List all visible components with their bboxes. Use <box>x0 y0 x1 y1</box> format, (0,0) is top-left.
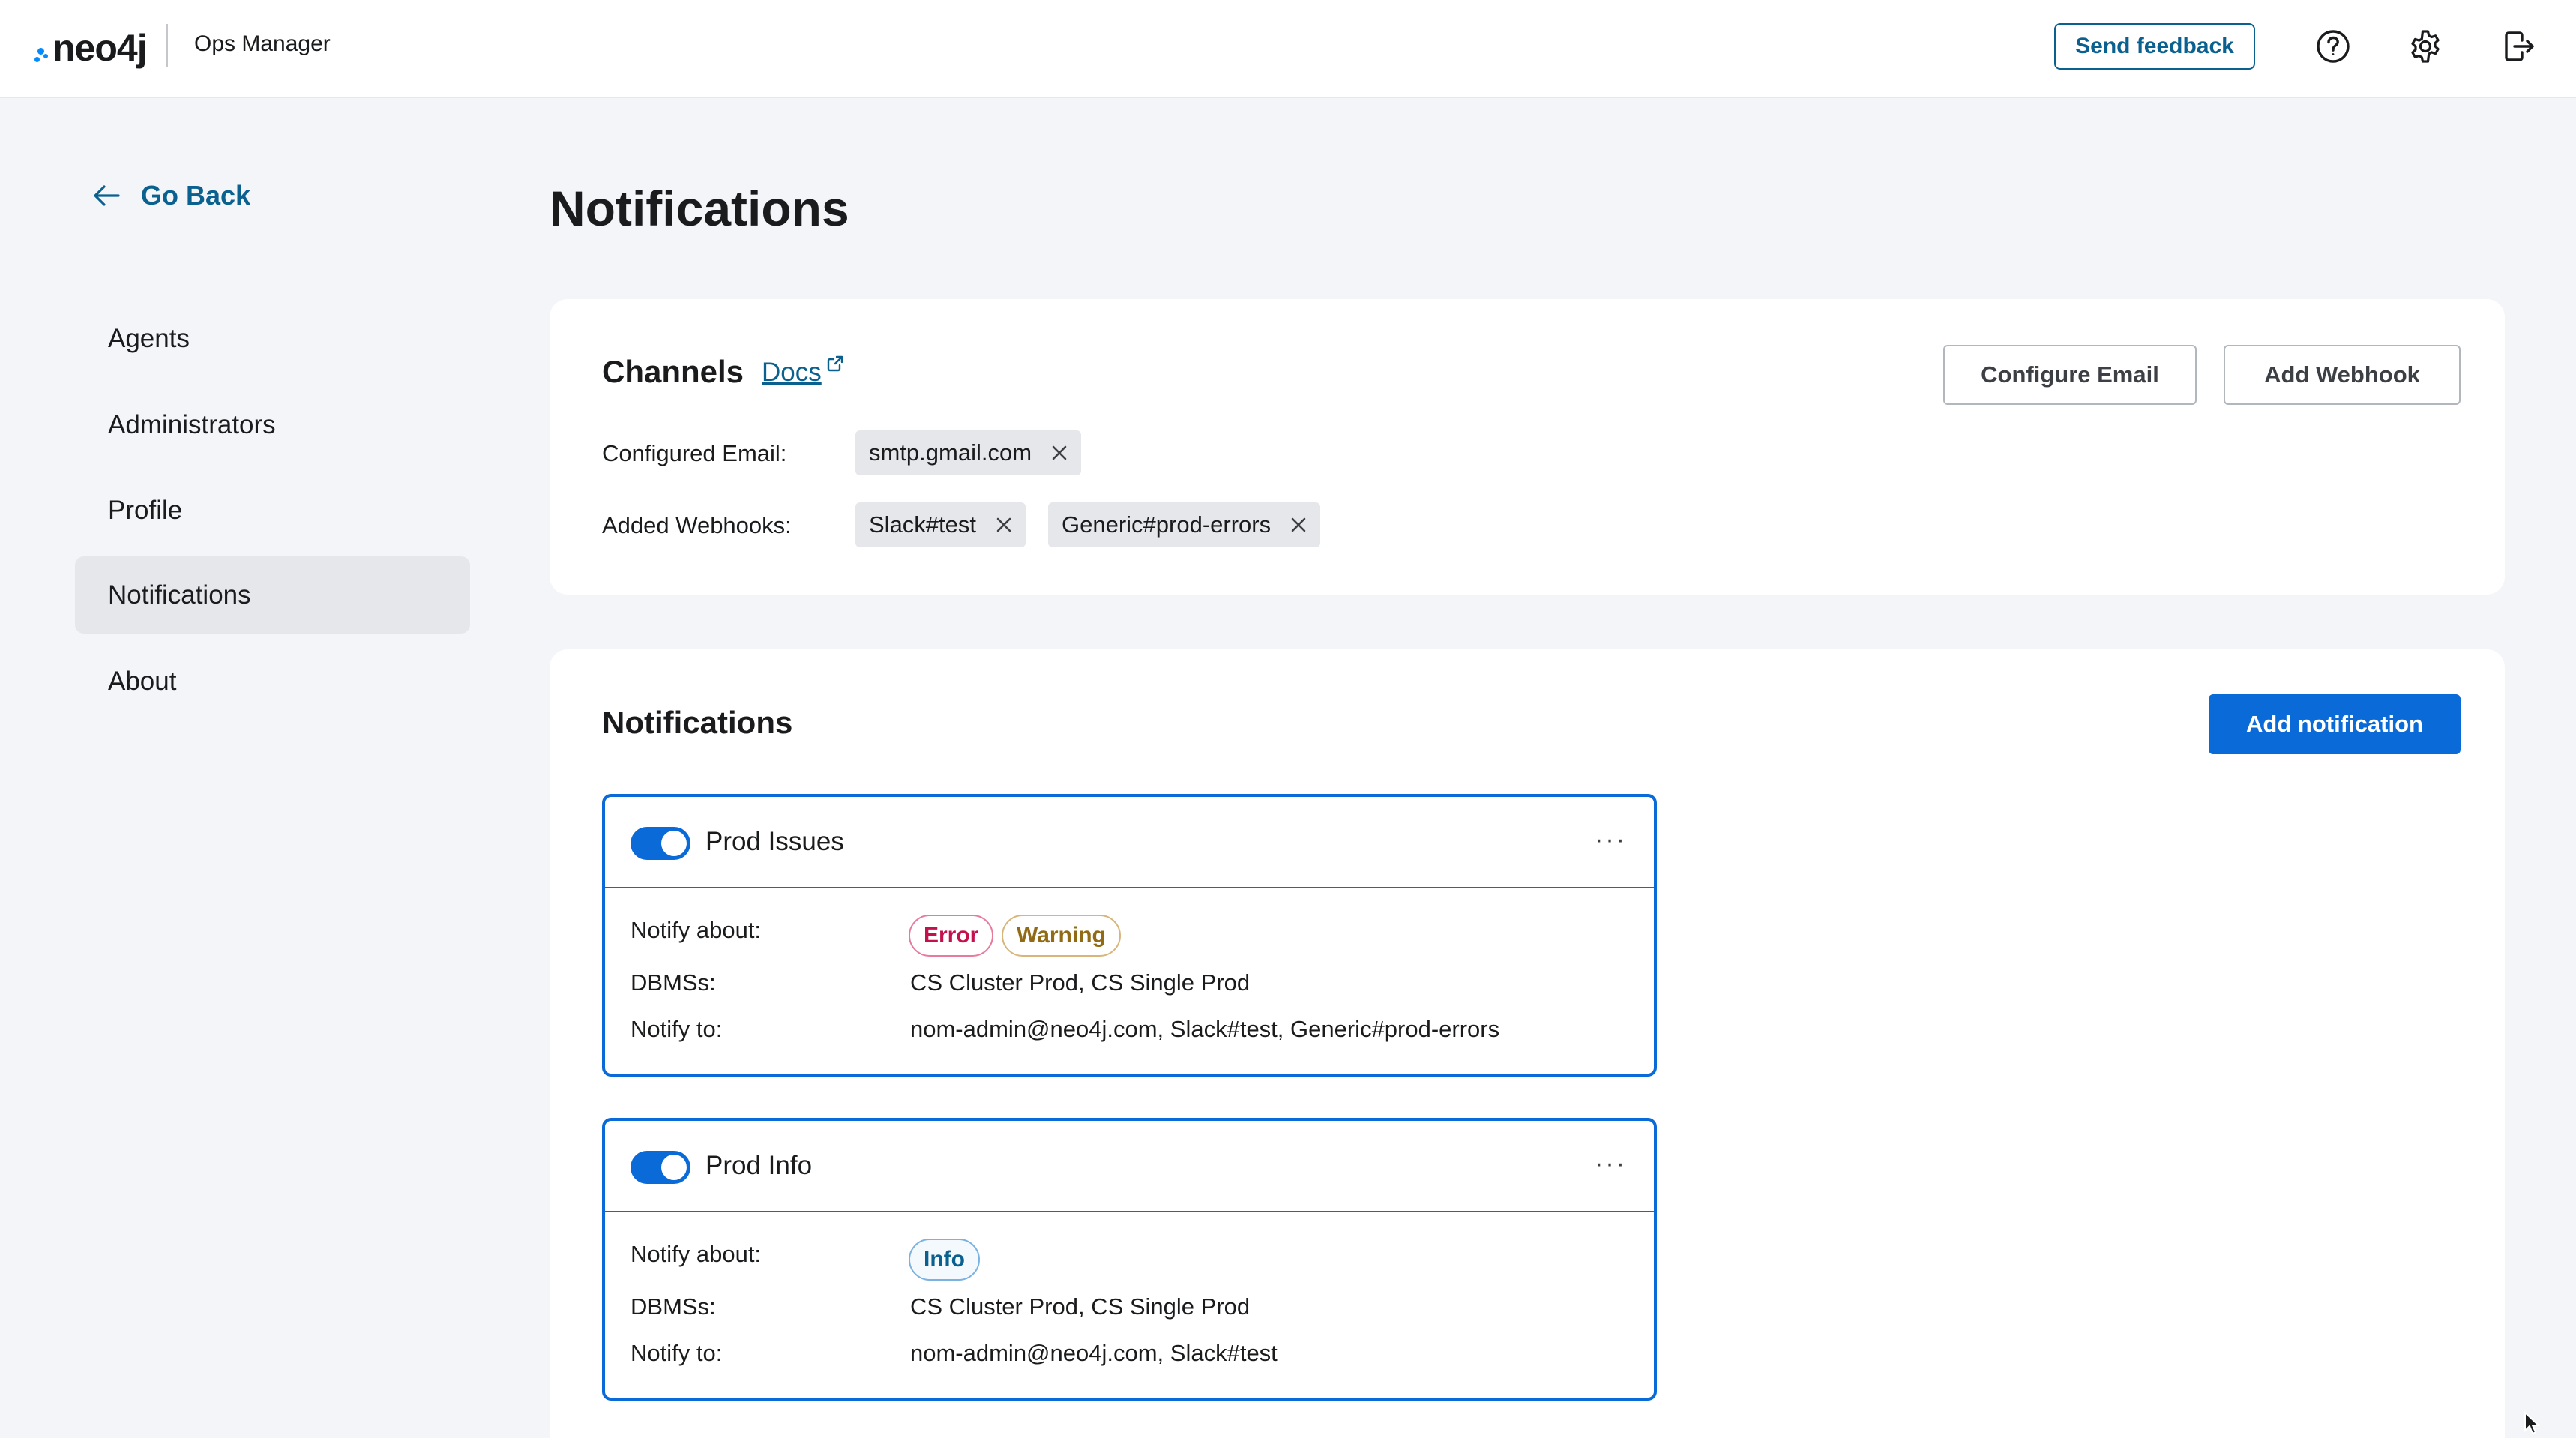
help-icon[interactable] <box>2312 25 2354 67</box>
sidebar-item-notifications[interactable]: Notifications <box>75 556 470 634</box>
docs-link[interactable]: Docs <box>762 355 844 388</box>
rule-name: Prod Issues <box>705 827 844 856</box>
dbmss-value: CS Cluster Prod, CS Single Prod <box>910 1293 1251 1320</box>
sidebar-item-agents[interactable]: Agents <box>75 300 470 377</box>
header-divider <box>166 24 168 67</box>
send-feedback-button[interactable]: Send feedback <box>2054 23 2255 70</box>
arrow-left-icon <box>94 185 120 206</box>
dbmss-value: CS Cluster Prod, CS Single Prod <box>910 969 1251 996</box>
sidebar-item-label: Administrators <box>108 409 276 439</box>
configured-email-label: Configured Email: <box>602 440 787 466</box>
added-webhooks-label: Added Webhooks: <box>602 512 792 538</box>
webhook-chip-generic: Generic#prod-errors <box>1048 502 1321 547</box>
notifications-card: Notifications Add notification Prod Issu… <box>550 649 2505 1438</box>
notify-about-label: Notify about: <box>631 917 762 943</box>
channels-title: Channels <box>602 354 744 389</box>
neo4j-logo[interactable]: neo4j <box>34 27 148 69</box>
notification-rule-prod-info: Prod Info ··· Notify about: Info DBMSs: … <box>602 1118 1657 1401</box>
settings-icon[interactable] <box>2404 25 2446 67</box>
remove-email-close-icon[interactable] <box>1051 445 1068 461</box>
level-badge-error: Error <box>909 915 994 957</box>
channels-card: Channels Docs Configure Email Add Webhoo… <box>550 299 2505 595</box>
docs-link-label: Docs <box>762 358 822 387</box>
logo-text: neo4j <box>52 27 148 69</box>
level-badge-info: Info <box>909 1239 980 1281</box>
level-badge-warning: Warning <box>1002 915 1121 957</box>
notify-about-label: Notify about: <box>631 1241 762 1267</box>
sidebar-item-label: Agents <box>108 323 190 353</box>
notify-to-label: Notify to: <box>631 1016 723 1042</box>
top-bar: neo4j Ops Manager Send feedback <box>0 0 2576 98</box>
notify-to-value: nom-admin@neo4j.com, Slack#test, Generic… <box>910 1016 1500 1042</box>
remove-webhook-close-icon[interactable] <box>1290 517 1307 533</box>
add-notification-button[interactable]: Add notification <box>2209 694 2461 754</box>
sidebar-item-about[interactable]: About <box>75 643 470 720</box>
go-back-label: Go Back <box>141 180 251 211</box>
email-chip-label: smtp.gmail.com <box>869 439 1032 466</box>
notify-to-label: Notify to: <box>631 1340 723 1366</box>
logo-mark-icon <box>34 27 51 69</box>
page-title: Notifications <box>550 181 849 236</box>
notification-rule-prod-issues: Prod Issues ··· Notify about: Error Warn… <box>602 794 1657 1077</box>
dbmss-label: DBMSs: <box>631 969 716 996</box>
rule-enabled-toggle[interactable] <box>631 1151 690 1184</box>
more-options-icon[interactable]: ··· <box>1595 1151 1627 1176</box>
go-back-link[interactable]: Go Back <box>93 180 250 211</box>
add-webhook-button[interactable]: Add Webhook <box>2224 345 2461 405</box>
webhook-chip-slack: Slack#test <box>855 502 1026 547</box>
dbmss-label: DBMSs: <box>631 1293 716 1320</box>
sidebar-item-administrators[interactable]: Administrators <box>75 386 470 463</box>
rule-name: Prod Info <box>705 1151 813 1180</box>
sidebar-item-label: About <box>108 666 177 696</box>
webhook-chip-label: Slack#test <box>869 511 977 538</box>
more-options-icon[interactable]: ··· <box>1595 827 1627 852</box>
notify-to-value: nom-admin@neo4j.com, Slack#test <box>910 1340 1278 1366</box>
remove-webhook-close-icon[interactable] <box>996 517 1012 533</box>
rule-header: Prod Issues ··· <box>605 797 1654 888</box>
sidebar-item-profile[interactable]: Profile <box>75 472 470 549</box>
rule-enabled-toggle[interactable] <box>631 827 690 860</box>
sidebar-item-label: Notifications <box>108 580 251 610</box>
configure-email-button[interactable]: Configure Email <box>1943 345 2197 405</box>
external-link-icon <box>827 355 843 372</box>
mouse-cursor-icon <box>2524 1410 2541 1438</box>
rule-header: Prod Info ··· <box>605 1121 1654 1212</box>
email-chip: smtp.gmail.com <box>855 430 1082 475</box>
logout-icon[interactable] <box>2498 25 2540 67</box>
app-name: Ops Manager <box>194 31 331 56</box>
notifications-section-title: Notifications <box>602 705 793 740</box>
sidebar-item-label: Profile <box>108 495 183 525</box>
webhook-chip-label: Generic#prod-errors <box>1062 511 1272 538</box>
